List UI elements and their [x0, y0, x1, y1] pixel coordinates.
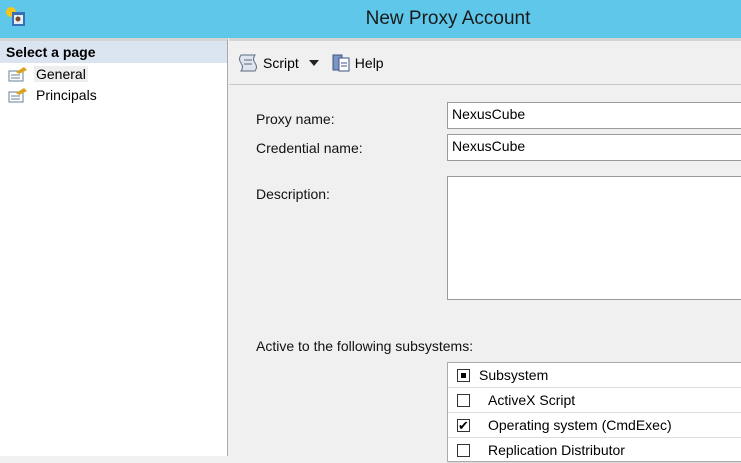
credential-name-label: Credential name: [256, 140, 363, 156]
cmdexec-checkbox[interactable]: ✔ [457, 418, 470, 432]
sidebar-item-label: General [34, 65, 88, 82]
table-row: ✔ Operating system (CmdExec) [448, 413, 741, 438]
page-icon [8, 87, 27, 102]
table-row: Replication Distributor [448, 438, 741, 463]
description-textarea[interactable] [447, 176, 741, 300]
credential-name-input[interactable]: NexusCube [447, 134, 741, 161]
help-button[interactable]: Help [331, 53, 384, 73]
sidebar-item-label: Principals [36, 86, 97, 103]
sidebar-item-principals[interactable]: Principals [0, 84, 227, 105]
proxy-name-input[interactable]: NexusCube [447, 102, 741, 129]
proxy-name-label: Proxy name: [256, 111, 335, 127]
window-title: New Proxy Account [365, 8, 531, 29]
grid-header: Subsystem [448, 363, 741, 388]
script-dropdown-arrow[interactable] [308, 59, 319, 66]
select-page-header: Select a page [0, 41, 227, 63]
subsystems-grid: Subsystem ActiveX Script ✔ Operating sys… [447, 362, 741, 463]
subsystem-name: ActiveX Script [488, 392, 576, 408]
table-row: ActiveX Script [448, 388, 741, 413]
activex-script-checkbox[interactable] [457, 393, 470, 407]
subsystems-label: Active to the following subsystems: [256, 338, 474, 354]
page-icon [8, 66, 27, 81]
sidebar-item-general[interactable]: General [0, 63, 227, 84]
help-icon [332, 54, 350, 71]
title-bar: New Proxy Account [0, 0, 741, 38]
script-label: Script [263, 54, 299, 71]
toolbar: Script Help [229, 41, 741, 85]
main-panel: Script Help Proxy name: NexusCube Creden… [229, 38, 741, 463]
script-icon [239, 54, 257, 71]
page-selector-panel: Select a page General Principals [0, 38, 228, 456]
replication-distributor-checkbox[interactable] [457, 443, 470, 457]
script-button[interactable]: Script [237, 53, 299, 73]
description-label: Description: [256, 186, 330, 202]
help-label: Help [354, 54, 384, 71]
subsystem-name: Operating system (CmdExec) [488, 417, 672, 433]
select-all-checkbox[interactable] [457, 368, 470, 382]
subsystem-column-header: Subsystem [479, 367, 549, 383]
